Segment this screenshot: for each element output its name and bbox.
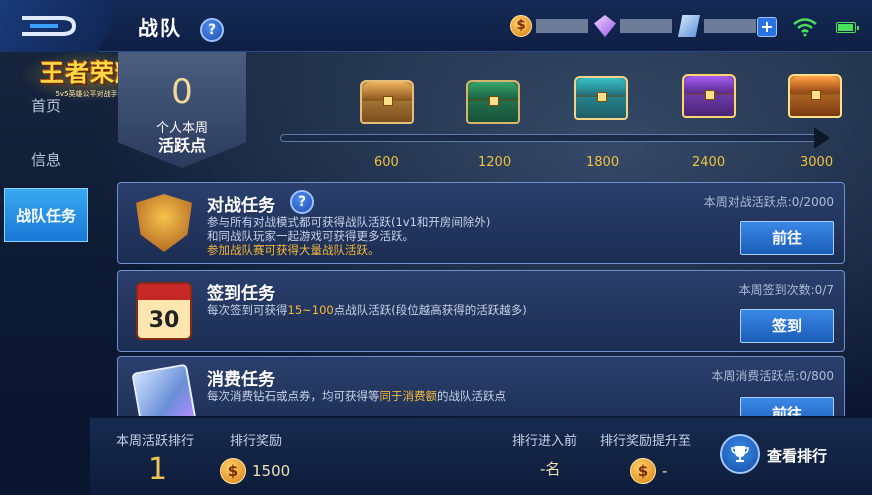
reward-chest-600[interactable] [360, 80, 414, 124]
top-bar: 战队 ? $ + [0, 0, 872, 52]
sidebar-item-label: 信息 [30, 150, 61, 169]
wifi-icon [793, 18, 817, 37]
activity-progress-bar [280, 134, 820, 142]
task-card-spending: 消费任务 每次消费钻石或点券，均可获得等同于消费额的战队活跃点 本周消费活跃点:… [117, 356, 845, 416]
sidebar-item-home[interactable]: 首页 [4, 78, 88, 132]
gold-coin-icon: $ [630, 458, 656, 484]
task-title: 消费任务 [207, 370, 275, 390]
help-icon[interactable]: ? [200, 18, 224, 42]
battle-shield-icon [136, 194, 192, 252]
task-desc-suffix: 点战队活跃(段位越高获得的活跃越多) [333, 303, 527, 317]
reward-up: $ - [630, 458, 667, 484]
task-desc-highlight: 15~100 [287, 303, 334, 317]
sidebar-item-label: 战队任务 [15, 206, 76, 225]
voucher-currency [678, 14, 756, 38]
task-title: 对战任务 [207, 196, 275, 216]
voucher-amount-redacted [704, 19, 756, 33]
task-progress-stat: 本周对战活跃点:0/2000 [703, 195, 834, 209]
task-desc: 每次签到可获得15~100点战队活跃(段位越高获得的活跃越多) [207, 303, 527, 317]
sidebar: 首页 信息 战队任务 [0, 52, 90, 495]
sidebar-item-label: 首页 [30, 96, 61, 115]
battery-icon [836, 22, 859, 33]
page-title: 战队 [138, 16, 182, 40]
reward-chest-2400[interactable] [682, 74, 736, 118]
reward-chest-1800[interactable] [574, 76, 628, 120]
task-title: 签到任务 [207, 284, 275, 304]
weekly-rank-value: 1 [148, 452, 168, 487]
task-desc-suffix: 的战队活跃点 [437, 389, 506, 403]
task-card-checkin: 30 签到任务 每次签到可获得15~100点战队活跃(段位越高获得的活跃越多) … [117, 270, 845, 352]
task-desc: 每次消费钻石或点券，均可获得等同于消费额的战队活跃点 [207, 389, 506, 403]
weekly-points-label: 个人本周 活跃点 [118, 120, 246, 154]
weekly-rank-label: 本周活跃排行 [116, 434, 195, 449]
sidebar-item-info[interactable]: 信息 [4, 132, 88, 186]
points-label-line2: 活跃点 [157, 136, 206, 155]
rank-reward: $ 1500 [220, 458, 290, 484]
reward-up-value: - [662, 462, 668, 480]
task-progress-stat: 本周签到次数:0/7 [738, 283, 834, 297]
milestone-label: 2400 [692, 155, 726, 170]
reward-up-label: 排行奖励提升至 [600, 434, 692, 449]
task-desc-prefix: 每次签到可获得 [207, 303, 288, 317]
voucher-icon [678, 15, 700, 37]
calendar-icon: 30 [136, 282, 192, 340]
reward-chest-3000[interactable] [788, 74, 842, 118]
rank-reward-label: 排行奖励 [230, 434, 283, 449]
reward-chest-1200[interactable] [466, 80, 520, 124]
weekly-points-value: 0 [171, 72, 193, 112]
task-progress-stat: 本周消费活跃点:0/800 [711, 369, 834, 383]
gold-coin-icon: $ [220, 458, 246, 484]
view-ranking-button[interactable]: 查看排行 [767, 445, 827, 466]
task-desc-line2: 和同战队玩家一起游戏可获得更多活跃。 [207, 229, 414, 243]
task-card-battle: 对战任务 ? 参与所有对战模式都可获得战队活跃(1v1和开房间除外) 和同战队玩… [117, 182, 845, 264]
back-arrow-icon [22, 16, 77, 36]
points-label-line1: 个人本周 [155, 121, 208, 136]
task-desc-highlight: 同于消费额 [379, 389, 438, 403]
checkin-button[interactable]: 签到 [740, 309, 834, 343]
add-currency-button[interactable]: + [757, 17, 777, 37]
diamond-amount-redacted [620, 19, 672, 33]
cards-icon [131, 363, 197, 416]
gold-amount-redacted [536, 19, 588, 33]
enter-prev-value: -名 [540, 460, 561, 478]
trophy-icon [731, 446, 749, 462]
milestone-label: 1800 [586, 155, 620, 170]
rank-reward-value: 1500 [252, 462, 291, 480]
back-button[interactable] [0, 0, 120, 52]
gold-currency: $ [510, 14, 588, 38]
progress-arrow-icon [814, 127, 830, 149]
diamond-icon [594, 15, 616, 37]
milestone-label: 3000 [800, 155, 834, 170]
enter-prev-label: 排行进入前 [512, 434, 578, 449]
go-button[interactable]: 前往 [740, 397, 834, 416]
sidebar-item-team-tasks[interactable]: 战队任务 [4, 188, 88, 242]
milestone-label: 1200 [478, 155, 512, 170]
task-desc-line1: 参与所有对战模式都可获得战队活跃(1v1和开房间除外) [207, 215, 491, 229]
gold-coin-icon: $ [510, 15, 532, 37]
task-help-icon[interactable]: ? [290, 190, 314, 214]
milestone-label: 600 [374, 155, 399, 170]
diamond-currency [594, 14, 672, 38]
task-desc-line3: 参加战队赛可获得大量战队活跃。 [207, 243, 380, 257]
trophy-button[interactable] [720, 434, 760, 474]
go-button[interactable]: 前往 [740, 221, 834, 255]
task-desc-prefix: 每次消费钻石或点券，均可获得等 [207, 389, 380, 403]
task-card-clip: 消费任务 每次消费钻石或点券，均可获得等同于消费额的战队活跃点 本周消费活跃点:… [117, 356, 847, 416]
